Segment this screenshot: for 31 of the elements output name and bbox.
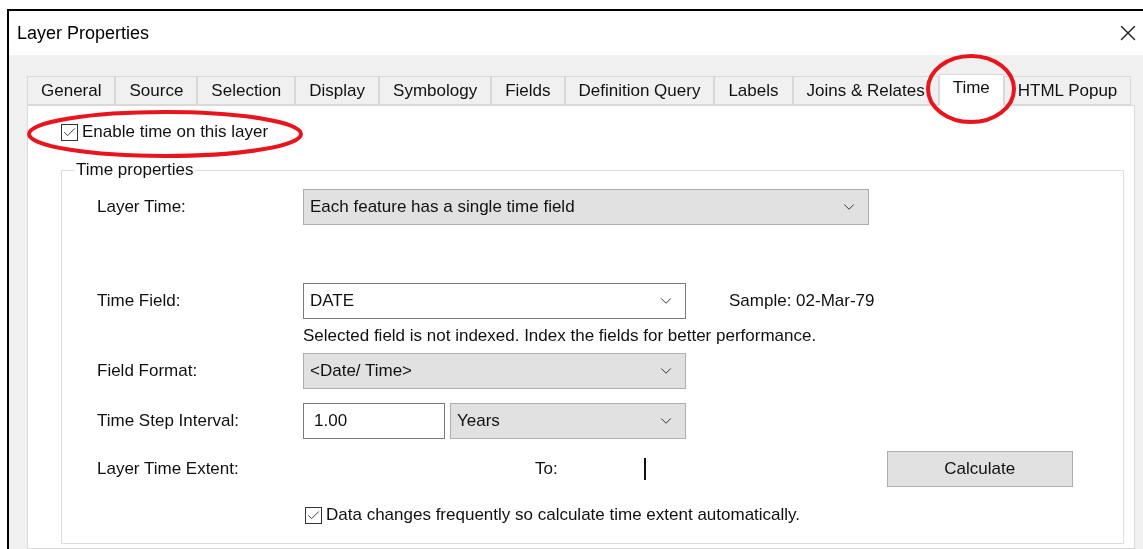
tab[interactable]: General <box>27 76 116 105</box>
tab[interactable]: Display <box>295 76 380 105</box>
window-title: Layer Properties <box>17 21 150 45</box>
field-label: Time Step Interval: <box>97 410 241 433</box>
tab[interactable]: Definition Query <box>564 76 715 105</box>
field-label: Layer Time Extent: <box>97 458 240 481</box>
calculate-button[interactable]: Calculate <box>886 451 1073 487</box>
tab[interactable]: Joins & Relates <box>792 76 939 105</box>
interval-input[interactable]: 1.00 <box>303 403 445 439</box>
tab[interactable]: Fields <box>491 76 565 105</box>
tab[interactable]: Source <box>115 76 198 105</box>
checkbox[interactable] <box>61 123 78 141</box>
sample-text: Sample: 02-Mar-79 <box>729 290 875 313</box>
tab[interactable]: Selection <box>197 76 296 105</box>
warning-message: Selected field is not indexed. Index the fields for better performance. <box>303 325 817 348</box>
dropdown[interactable]: Years <box>450 403 686 439</box>
field-label: Layer Time: <box>97 196 187 219</box>
field-label: Field Format: <box>97 360 199 383</box>
field-label: Time Field: <box>97 290 182 313</box>
tab[interactable]: HTML Popup <box>1003 76 1132 105</box>
tab[interactable]: Symbology <box>379 76 492 105</box>
tab[interactable]: Time <box>938 74 1004 106</box>
dropdown[interactable]: DATE <box>303 283 686 319</box>
checkbox[interactable] <box>305 506 322 524</box>
checkbox-label: Data changes frequently so calculate time extent automatically. <box>326 504 801 527</box>
text-cursor <box>643 458 646 480</box>
dropdown[interactable]: Each feature has a single time field <box>303 189 869 225</box>
tab[interactable]: Labels <box>714 76 793 105</box>
checkbox-label: Enable time on this layer <box>82 121 269 144</box>
to-label: To: <box>535 458 558 481</box>
dropdown[interactable]: <Date/ Time> <box>303 353 686 389</box>
